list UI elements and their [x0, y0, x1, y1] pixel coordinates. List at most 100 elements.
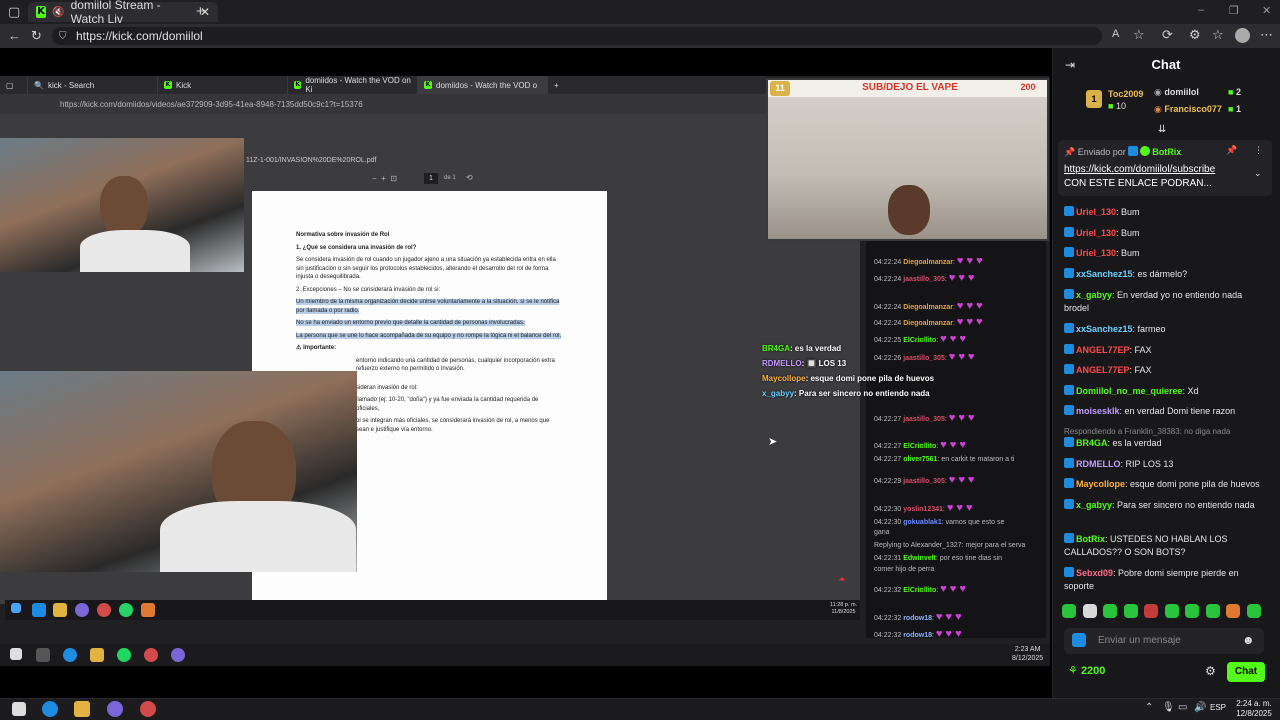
pdf-question-1: 1. ¿Qué se considera una invasión de rol… — [296, 244, 417, 251]
maximize-button[interactable]: ❐ — [1229, 4, 1239, 17]
network-icon[interactable]: ▭ — [1178, 702, 1187, 713]
emote-icon[interactable] — [1185, 604, 1199, 618]
minimize-button[interactable]: – — [1198, 4, 1204, 16]
muted-speaker-icon[interactable]: 🔇 — [52, 7, 64, 18]
pinned-by-user[interactable]: BotRix — [1152, 147, 1181, 157]
inner-chat-text: : — [936, 337, 939, 344]
new-tab-button[interactable]: + — [196, 3, 205, 20]
emote-icon[interactable] — [1082, 604, 1097, 618]
inner-chat-time: 04:22:26 — [874, 355, 902, 362]
address-bar-input[interactable]: ⛉ https://kick.com/domiilol — [52, 27, 1102, 45]
chat-username[interactable]: Sebxd09 — [1076, 568, 1113, 578]
inner-chat-row: 04:22:24 jaastillo_305: ♥ ♥ ♥ — [874, 272, 974, 284]
expand-leaderboard-icon[interactable]: ⇊ — [1158, 124, 1166, 135]
chat-username[interactable]: xxSanchez15 — [1076, 269, 1133, 279]
chat-username[interactable]: ANGEL77EP — [1076, 345, 1130, 355]
chat-username[interactable]: BR4GA — [1076, 438, 1108, 448]
emote-icon[interactable] — [1144, 604, 1158, 618]
leaderboard-user[interactable]: ◉ Francisco077 — [1154, 104, 1222, 115]
chat-username[interactable]: ANGEL77EP — [1076, 365, 1130, 375]
emote-icon[interactable] — [1062, 604, 1076, 618]
chat-message[interactable]: Uriel_130: Bum — [1064, 206, 1268, 219]
chat-settings-icon[interactable]: ⚙ — [1205, 664, 1216, 678]
chat-message[interactable]: ANGEL77EP: FAX — [1064, 364, 1268, 377]
chat-message[interactable]: x_gabyy: Para ser sincero no entiendo na… — [1064, 499, 1268, 512]
chat-username[interactable]: Domiilol_no_me_quieree — [1076, 386, 1183, 396]
emote-icon[interactable] — [1123, 604, 1138, 618]
chat-message[interactable]: RDMELLO: RIP LOS 13 — [1064, 458, 1268, 471]
emoji-picker-icon[interactable]: ☻ — [1242, 633, 1255, 647]
chat-username[interactable]: RDMELLO — [1076, 459, 1121, 469]
emote-icon[interactable] — [1205, 604, 1220, 618]
unpin-icon[interactable]: 📌 — [1226, 145, 1237, 156]
channel-points[interactable]: ⚘ 2200 — [1068, 664, 1105, 677]
chat-username[interactable]: BotRix — [1076, 534, 1105, 544]
leaderboard-user[interactable]: ◉ domiilol — [1154, 87, 1199, 98]
inner-chat-user: rodow18 — [903, 632, 932, 639]
emote-icon[interactable] — [1103, 604, 1117, 618]
language-indicator[interactable]: ESP — [1210, 703, 1226, 712]
taskbar-clock[interactable]: 2:24 a. m. 12/8/2025 — [1232, 699, 1276, 719]
chat-message[interactable]: xxSanchez15: es dármelo? — [1064, 268, 1268, 281]
chat-input[interactable]: Enviar un mensaje ☻ — [1064, 628, 1264, 654]
inner-chat-user: ElCriollito — [903, 337, 937, 344]
chat-username[interactable]: Maycollope — [1076, 479, 1125, 489]
emote-icon[interactable] — [1246, 604, 1261, 618]
chrome-icon[interactable] — [140, 701, 156, 717]
profile-avatar[interactable] — [1235, 28, 1250, 43]
reload-icon[interactable]: ↻ — [31, 28, 42, 44]
tray-chevron-icon[interactable]: ⌃ — [1145, 702, 1153, 713]
url-text: https://kick.com/domiilol — [76, 29, 203, 43]
chat-message[interactable]: BotRix: USTEDES NO HABLAN LOS CALLADOS??… — [1064, 533, 1268, 559]
inner-chat-time: 04:22:30 — [874, 506, 902, 513]
chat-message[interactable]: Sebxd09: Pobre domi siempre pierde en so… — [1064, 567, 1268, 593]
badge-icon[interactable] — [1072, 633, 1086, 647]
inner-chat-user: Diegoalmanzar — [903, 320, 953, 327]
volume-icon[interactable]: 🔊 — [1194, 702, 1206, 713]
chat-username[interactable]: Uriel_130 — [1076, 228, 1116, 238]
chat-message[interactable]: BR4GA: es la verdad — [1064, 437, 1268, 450]
edge-icon[interactable] — [42, 701, 58, 717]
chat-message[interactable]: x_gabyy: En verdad yo no entiendo nada b… — [1064, 289, 1268, 315]
chat-username[interactable]: xxSanchez15 — [1076, 324, 1133, 334]
favorites-icon[interactable]: ☆ — [1212, 27, 1224, 43]
site-info-icon[interactable]: ⛉ — [59, 31, 67, 42]
pinned-menu-icon[interactable]: ⋮ — [1254, 145, 1263, 156]
back-icon[interactable]: ← — [8, 28, 21, 43]
obs-icon[interactable] — [107, 701, 123, 717]
chat-message[interactable]: xxSanchez15: farmeo — [1064, 323, 1268, 336]
chat-message[interactable]: moisesklk: en verdad Domi tiene razon — [1064, 405, 1268, 418]
chat-message[interactable]: Uriel_130: Bum — [1064, 247, 1268, 260]
leaderboard-user[interactable]: Toc2009 — [1108, 89, 1143, 99]
file-explorer-icon[interactable] — [74, 701, 90, 717]
refresh-extension-icon[interactable]: ⟳ — [1162, 27, 1173, 43]
inner-chat-text: : — [944, 276, 947, 283]
favorite-star-icon[interactable]: ☆ — [1133, 27, 1145, 43]
emote-icon[interactable] — [1226, 604, 1240, 618]
start-icon[interactable] — [12, 702, 26, 716]
pdf-highlight: Un miembro de la misma organización deci… — [296, 299, 560, 314]
extensions-icon[interactable]: ⚙ — [1189, 27, 1201, 43]
browser-tab-active[interactable]: K 🔇 domiilol Stream - Watch Liv ✕ — [28, 0, 218, 26]
window-menu-icon[interactable]: ▢ — [8, 4, 20, 20]
chat-username[interactable]: Uriel_130 — [1076, 248, 1116, 258]
chat-username[interactable]: moisesklk — [1076, 406, 1120, 416]
read-aloud-icon[interactable]: A — [1112, 28, 1119, 40]
more-options-icon[interactable]: ⋯ — [1260, 27, 1273, 43]
microphone-icon[interactable]: 🎙 — [1162, 702, 1175, 713]
chat-message[interactable]: ANGEL77EP: FAX — [1064, 344, 1268, 357]
chat-message[interactable]: Uriel_130: Bum — [1064, 227, 1268, 240]
close-window-button[interactable]: ✕ — [1262, 4, 1271, 17]
pinned-link[interactable]: https://kick.com/domiilol/subscribe — [1064, 164, 1215, 175]
inner-chat-row: 04:22:30 gokuablak1: vamos que esto se — [874, 519, 1004, 526]
chat-username[interactable]: x_gabyy — [1076, 500, 1112, 510]
pinned-by-label: Enviado por — [1077, 147, 1126, 157]
emote-icon[interactable] — [1164, 604, 1179, 618]
chat-message[interactable]: Domiilol_no_me_quieree: Xd — [1064, 385, 1268, 398]
chat-username[interactable]: Uriel_130 — [1076, 207, 1116, 217]
chevron-down-icon[interactable]: ⌄ — [1254, 168, 1262, 179]
chat-message[interactable]: Maycollope: esque domi pone pila de huev… — [1064, 478, 1268, 491]
send-chat-button[interactable]: Chat — [1227, 662, 1265, 682]
inner-chat-user: Edwinvelt — [903, 555, 936, 562]
chat-username[interactable]: x_gabyy — [1076, 290, 1112, 300]
